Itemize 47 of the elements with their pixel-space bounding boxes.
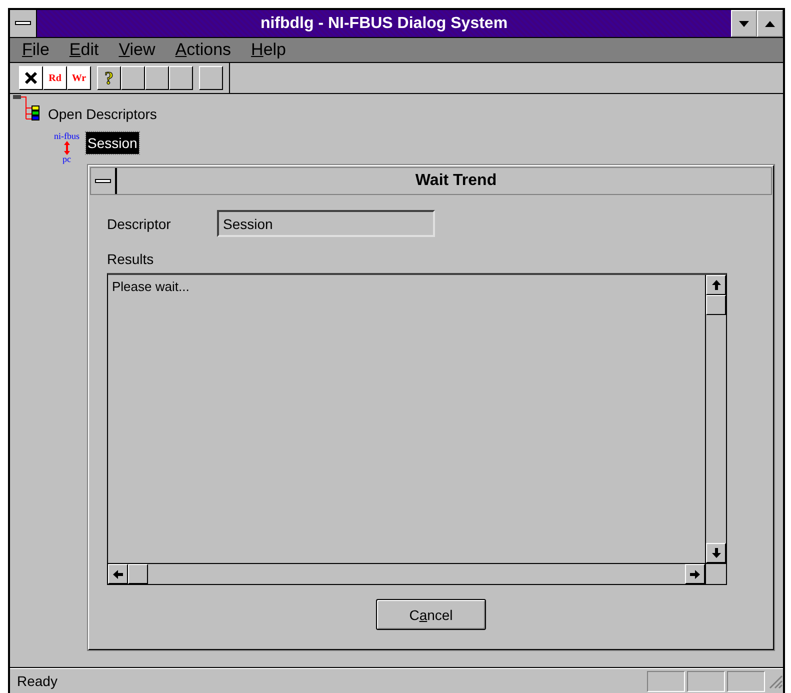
down-arrow-icon [712,548,720,558]
results-label: Results [107,251,155,267]
status-text: Ready [16,673,58,689]
maximize-button[interactable] [757,10,783,37]
status-pane [687,670,725,692]
up-arrow-icon [712,280,720,290]
status-pane [727,670,765,692]
resize-grip-icon [767,673,783,689]
menu-item[interactable]: Help [243,40,298,60]
scroll-left-button[interactable] [108,564,128,584]
descriptor-label: Descriptor [107,216,172,232]
tree-item[interactable]: Session [86,132,140,154]
close-button[interactable] [19,66,43,90]
scroll-down-button[interactable] [706,543,726,563]
menu-item[interactable]: Edit [61,40,111,60]
toolbar-button[interactable] [199,66,223,90]
toolbar-button[interactable]: Rd [43,66,67,90]
left-arrow-icon [113,570,123,578]
dialog-title: Wait Trend [414,171,498,191]
status-pane [647,670,685,692]
system-menu-button[interactable] [10,10,37,37]
scroll-up-button[interactable] [706,275,726,295]
node-bottom-label: pc [62,155,71,164]
node-top-label: ni-fbus [54,132,80,141]
menu-item[interactable]: View [110,40,168,60]
window-title: nifbdlg - NI-FBUS Dialog System [259,14,509,34]
toolbar-button[interactable]: Wr [67,66,91,90]
scroll-thumb[interactable] [128,564,148,584]
toolbar-button[interactable] [121,66,145,90]
scroll-right-button[interactable] [685,564,705,584]
up-triangle-icon [765,20,775,26]
descriptor-field[interactable]: Session [217,210,435,237]
scroll-thumb[interactable] [706,295,726,315]
down-triangle-icon [739,20,749,26]
toolbar-button[interactable] [145,66,169,90]
double-arrow-icon [64,141,70,155]
menu-item[interactable]: File [14,40,62,60]
right-arrow-icon [690,570,700,578]
results-text: Please wait... [111,278,190,296]
toolbar-button[interactable] [169,66,193,90]
close-icon [24,71,38,85]
tree-root-label[interactable]: Open Descriptors [48,106,157,122]
minus-icon [15,21,31,26]
menu-item[interactable]: Actions [167,40,244,60]
minus-icon [95,178,111,184]
cancel-button[interactable]: Cancel [376,599,486,630]
minimize-button[interactable] [731,10,757,37]
